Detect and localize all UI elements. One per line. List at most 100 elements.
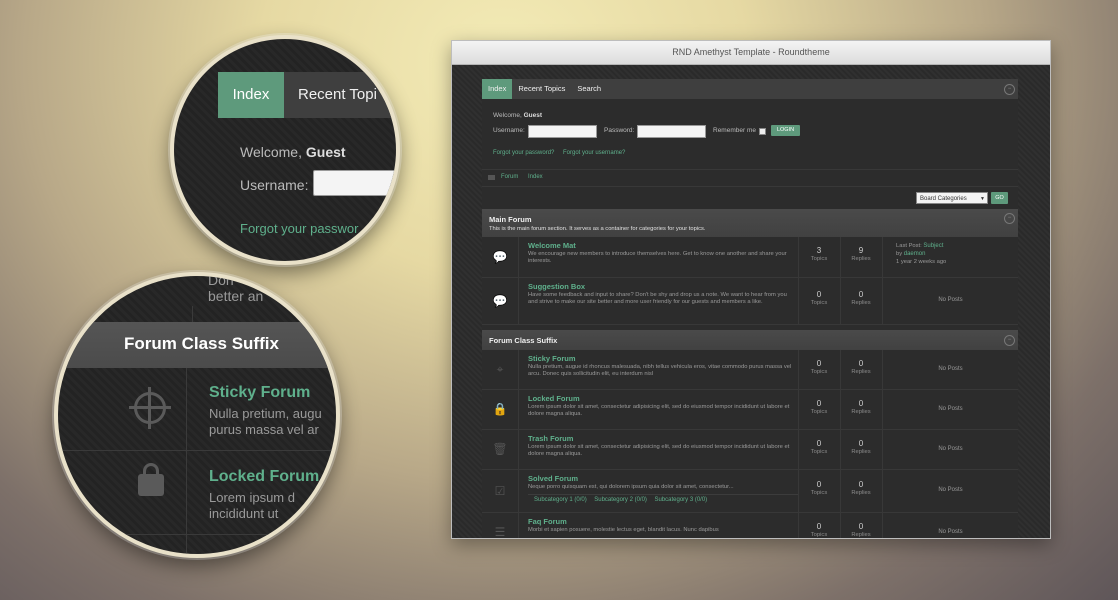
tab-recent-topics[interactable]: Recent Topics — [512, 79, 571, 99]
folder-icon — [488, 175, 495, 180]
remember-label: Remember me — [713, 127, 756, 134]
checkbox-icon: ☑ — [482, 470, 519, 512]
last-post: No Posts — [882, 278, 1018, 324]
page-background: Index Recent Topics Search − Welcome, Gu… — [452, 65, 1050, 538]
no-posts-text: No Posts — [938, 297, 963, 303]
forum-description: Neque porro quisquam est, qui dolorem ip… — [528, 484, 734, 490]
zoom-sticky-title[interactable]: Sticky Forum — [209, 384, 310, 402]
forum-row[interactable]: 💬 Suggestion Box Have some feedback and … — [482, 278, 1018, 325]
login-panel: Welcome, Guest Username: Password: Remem… — [482, 99, 1018, 170]
replies-count: 9 Replies — [840, 237, 881, 277]
zoom-welcome-text: Welcome, Guest — [240, 144, 346, 160]
no-posts-text: No Posts — [938, 366, 963, 372]
replies-count: 0 Replies — [840, 470, 881, 512]
subcategory-link[interactable]: Subcategory 1 (0/0) — [534, 497, 587, 503]
board-categories-select[interactable]: Board Categories ▼ — [916, 192, 988, 204]
forum-info: Faq Forum Morbi et sapien posuere, moles… — [528, 517, 798, 534]
collapse-icon[interactable]: − — [1004, 335, 1015, 346]
forum-row[interactable]: 🔒 Locked Forum Lorem ipsum dolor sit ame… — [482, 390, 1018, 430]
forum-description: Nulla pretium, augue id rhoncus malesuad… — [528, 364, 792, 377]
forum-row[interactable]: 💬 Welcome Mat We encourage new members t… — [482, 237, 1018, 278]
tab-search[interactable]: Search — [571, 79, 607, 99]
forum-description: We encourage new members to introduce th… — [528, 251, 787, 264]
forum-row[interactable]: 🗑 Trash Forum Lorem ipsum dolor sit amet… — [482, 430, 1018, 470]
welcome-text: Welcome, Guest — [493, 112, 543, 119]
forgot-password-link[interactable]: Forgot your password? — [493, 150, 554, 156]
topics-count: 0 Topics — [798, 470, 839, 512]
topics-count: 0 Topics — [798, 390, 839, 429]
username-input[interactable] — [528, 125, 597, 138]
forum-container: Index Recent Topics Search − Welcome, Gu… — [482, 79, 1018, 538]
last-post-subject[interactable]: Subject — [923, 243, 943, 249]
main-forum-header: Main Forum This is the main forum sectio… — [482, 209, 1018, 237]
no-posts-text: No Posts — [938, 406, 963, 412]
zoom-circle-forum: Don better an Forum Class Suffix Sticky F… — [54, 272, 340, 558]
forum-info: Sticky Forum Nulla pretium, augue id rho… — [528, 354, 798, 378]
login-button[interactable]: LOGIN — [771, 125, 800, 136]
forum-title[interactable]: Sticky Forum — [528, 354, 798, 363]
tab-index[interactable]: Index — [482, 79, 513, 99]
password-label: Password: — [604, 127, 635, 134]
zoom-tab-recent[interactable]: Recent Topi — [298, 72, 377, 118]
forum-info: Welcome Mat We encourage new members to … — [528, 241, 798, 265]
breadcrumb-forum[interactable]: Forum — [501, 174, 518, 180]
zoom-sticky-desc: Nulla pretium, augu purus massa vel ar — [209, 406, 322, 437]
last-post: No Posts — [882, 470, 1018, 512]
last-post: No Posts — [882, 430, 1018, 469]
subcategory-link[interactable]: Subcategory 2 (0/0) — [594, 497, 647, 503]
replies-count: 0 Replies — [840, 430, 881, 469]
forum-row[interactable]: ☑ Solved Forum Neque porro quisquam est,… — [482, 470, 1018, 513]
zoom-forgot-link[interactable]: Forgot your passwor — [240, 221, 359, 236]
forum-description: Lorem ipsum dolor sit amet, consectetur … — [528, 444, 790, 457]
zoom-locked-desc: Lorem ipsum d incididunt ut — [209, 490, 295, 521]
forum-title[interactable]: Locked Forum — [528, 394, 798, 403]
collapse-icon[interactable]: − — [1004, 213, 1015, 224]
jump-bar: Board Categories ▼ GO — [482, 187, 1018, 209]
forum-title[interactable]: Suggestion Box — [528, 282, 798, 291]
last-post-user[interactable]: daemon — [904, 251, 926, 257]
zoom-row-divider — [58, 534, 336, 535]
subcategory-list: Subcategory 1 (0/0) Subcategory 2 (0/0) … — [528, 494, 798, 503]
forum-info: Locked Forum Lorem ipsum dolor sit amet,… — [528, 394, 798, 418]
list-icon: ☰ — [482, 513, 519, 538]
zoom-row-divider — [58, 450, 336, 451]
lock-icon: 🔒 — [482, 390, 519, 429]
crosshair-icon: ⌖ — [482, 350, 519, 389]
main-forum-title: Main Forum — [489, 215, 532, 224]
password-input[interactable] — [637, 125, 706, 138]
forum-title[interactable]: Faq Forum — [528, 517, 798, 526]
collapse-icon[interactable]: − — [1004, 84, 1015, 95]
last-post: No Posts — [882, 513, 1018, 538]
topics-count: 0 Topics — [798, 350, 839, 389]
no-posts-text: No Posts — [938, 446, 963, 452]
forum-row[interactable]: ☰ Faq Forum Morbi et sapien posuere, mol… — [482, 513, 1018, 538]
zoom-section-title: Forum Class Suffix — [124, 334, 279, 353]
zoom-username-input[interactable] — [313, 170, 396, 196]
topics-count: 0 Topics — [798, 430, 839, 469]
last-post: Last Post: Subject by daemon 1 year 2 we… — [882, 237, 1018, 277]
forum-title[interactable]: Trash Forum — [528, 434, 798, 443]
forum-title[interactable]: Welcome Mat — [528, 241, 798, 250]
zoom-tab-index[interactable]: Index — [218, 72, 284, 118]
forgot-username-link[interactable]: Forgot your username? — [563, 150, 625, 156]
chevron-down-icon: ▼ — [980, 196, 985, 202]
lock-icon — [138, 463, 164, 496]
class-forum-rows: ⌖ Sticky Forum Nulla pretium, augue id r… — [482, 350, 1018, 538]
trash-icon: 🗑 — [482, 430, 519, 469]
speech-bubble-icon: 💬 — [482, 237, 519, 277]
go-button[interactable]: GO — [991, 192, 1008, 204]
subcategory-link[interactable]: Subcategory 3 (0/0) — [654, 497, 707, 503]
breadcrumb-index[interactable]: Index — [528, 174, 543, 180]
forum-description: Lorem ipsum dolor sit amet, consectetur … — [528, 404, 790, 417]
forum-row[interactable]: ⌖ Sticky Forum Nulla pretium, augue id r… — [482, 350, 1018, 390]
no-posts-text: No Posts — [938, 529, 963, 535]
zoom-username-label: Username: — [240, 177, 309, 193]
forum-title[interactable]: Solved Forum — [528, 474, 798, 483]
breadcrumb: Forum Index — [482, 170, 1018, 187]
replies-count: 0 Replies — [840, 513, 881, 538]
remember-checkbox[interactable] — [759, 128, 766, 135]
class-forum-header: Forum Class Suffix − — [482, 330, 1018, 350]
speech-bubble-icon: 💬 — [482, 278, 519, 324]
topics-count: 0 Topics — [798, 513, 839, 538]
zoom-locked-title[interactable]: Locked Forum — [209, 468, 319, 486]
